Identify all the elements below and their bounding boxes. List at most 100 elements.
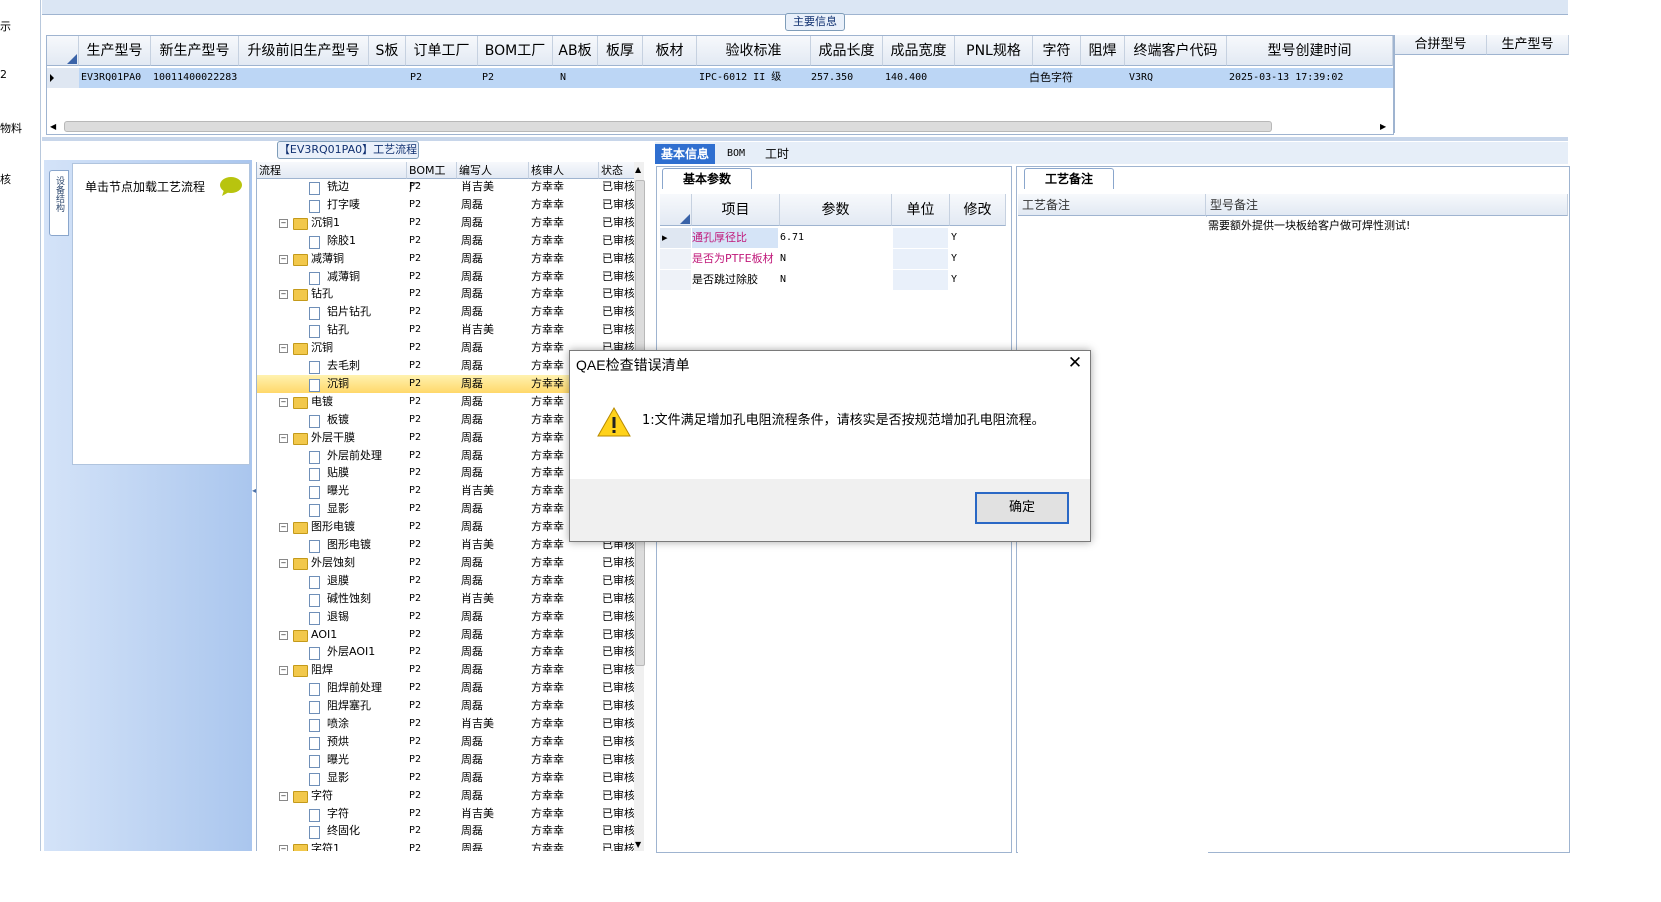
tree-row[interactable]: 阻焊前处理 P2 周磊 方幸幸 已审核 (257, 679, 635, 697)
grid-header[interactable]: BOM工厂 (478, 36, 553, 66)
grid-header[interactable]: S板 (369, 36, 406, 66)
param-edit[interactable]: Y (951, 270, 1003, 290)
grid-header[interactable]: 成品宽度 (883, 36, 955, 66)
tree-header[interactable]: 状态 (599, 162, 639, 179)
param-value[interactable]: N (780, 249, 890, 269)
tab-basic-info[interactable]: 基本信息 (655, 144, 716, 164)
left-nav-item[interactable]: 示 (0, 18, 11, 34)
collapse-icon[interactable]: − (279, 523, 288, 533)
close-icon[interactable]: ✕ (1064, 351, 1086, 375)
collapse-icon[interactable]: − (279, 254, 288, 264)
tree-cell-status: 已审核 (602, 734, 635, 748)
tree-row[interactable]: 退膜 P2 周磊 方幸幸 已审核 (257, 572, 635, 590)
params-header[interactable]: 修改 (950, 194, 1006, 226)
tree-row[interactable]: 碱性蚀刻 P2 肖吉美 方幸幸 已审核 (257, 590, 635, 608)
tree-row[interactable]: 外层AOI1 P2 周磊 方幸幸 已审核 (257, 643, 635, 661)
collapse-icon[interactable]: − (279, 791, 288, 801)
tree-row[interactable]: − AOI1 P2 周磊 方幸幸 已审核 (257, 626, 635, 644)
tree-row[interactable]: 减薄铜 P2 周磊 方幸幸 已审核 (257, 268, 635, 286)
collapse-icon[interactable]: − (279, 397, 288, 407)
grid-header[interactable]: 验收标准 (697, 36, 811, 66)
collapse-icon[interactable]: − (279, 666, 288, 676)
grid-header[interactable]: 阻焊 (1081, 36, 1125, 66)
grid-header[interactable]: 生产型号 (79, 36, 151, 66)
tree-row[interactable]: 退锡 P2 周磊 方幸幸 已审核 (257, 608, 635, 626)
scroll-up-icon[interactable]: ▲ (635, 165, 641, 174)
grid-header[interactable]: 升级前旧生产型号 (239, 36, 369, 66)
left-nav-item[interactable]: 核 (0, 171, 11, 187)
param-unit[interactable] (893, 228, 948, 248)
splitter[interactable] (42, 137, 1568, 141)
collapse-icon[interactable]: − (279, 218, 288, 228)
tree-row[interactable]: − 字符1 P2 周磊 方幸幸 已审核 (257, 840, 635, 851)
param-value[interactable]: N (780, 270, 890, 290)
tree-row[interactable]: − 阻焊 P2 周磊 方幸幸 已审核 (257, 661, 635, 679)
collapse-icon[interactable]: − (279, 558, 288, 568)
tree-row[interactable]: 曝光 P2 周磊 方幸幸 已审核 (257, 751, 635, 769)
tree-row[interactable]: 预烘 P2 周磊 方幸幸 已审核 (257, 733, 635, 751)
collapse-icon[interactable]: − (279, 845, 288, 851)
param-edit[interactable]: Y (951, 228, 1003, 248)
tree-header[interactable]: BOM工厂 (407, 162, 457, 194)
collapse-icon[interactable]: − (279, 344, 288, 354)
tree-header[interactable]: 流程 (257, 162, 407, 179)
model-remark[interactable]: 需要额外提供一块板给客户做可焊性测试! (1208, 217, 1410, 233)
tree-row[interactable]: 喷涂 P2 肖吉美 方幸幸 已审核 (257, 715, 635, 733)
params-header[interactable]: 参数 (780, 194, 892, 226)
grid-header[interactable]: PNL规格 (955, 36, 1033, 66)
grid-header[interactable]: 板材 (643, 36, 697, 66)
collapse-icon[interactable]: − (279, 630, 288, 640)
tree-row[interactable]: 铝片钻孔 P2 周磊 方幸幸 已审核 (257, 303, 635, 321)
grid-header[interactable]: 型号创建时间 (1227, 36, 1393, 66)
merge-header[interactable]: 合拼型号 (1395, 35, 1487, 55)
scroll-down-icon[interactable]: ▼ (635, 840, 641, 849)
tree-header[interactable]: 核审人 (529, 162, 599, 179)
remark-tab[interactable]: 工艺备注 (1024, 168, 1114, 189)
param-unit[interactable] (893, 249, 948, 269)
remark-header[interactable]: 工艺备注 (1018, 194, 1206, 216)
tree-header[interactable]: 编写人 (457, 162, 529, 179)
collapse-icon[interactable]: − (279, 290, 288, 300)
tree-row[interactable]: 铣边 P2 肖吉美 方幸幸 已审核 (257, 178, 635, 196)
tree-row[interactable]: 字符 P2 肖吉美 方幸幸 已审核 (257, 805, 635, 823)
grid-header[interactable]: 订单工厂 (406, 36, 478, 66)
tree-row[interactable]: − 减薄铜 P2 周磊 方幸幸 已审核 (257, 250, 635, 268)
tree-row[interactable]: − 字符 P2 周磊 方幸幸 已审核 (257, 787, 635, 805)
tab-hours[interactable]: 工时 (759, 144, 795, 164)
tree-row[interactable]: − 钻孔 P2 周磊 方幸幸 已审核 (257, 285, 635, 303)
grid-header[interactable]: 终端客户代码 (1125, 36, 1227, 66)
tree-row[interactable]: 钻孔 P2 肖吉美 方幸幸 已审核 (257, 321, 635, 339)
params-header[interactable]: 单位 (892, 194, 950, 226)
scroll-thumb[interactable] (64, 121, 1272, 132)
ok-button[interactable]: 确定 (975, 492, 1069, 524)
merge-header[interactable]: 生产型号 (1487, 35, 1569, 55)
grid-hscrollbar[interactable]: ◀ ▶ (50, 120, 1390, 132)
tree-row[interactable]: 显影 P2 周磊 方幸幸 已审核 (257, 769, 635, 787)
tree-row[interactable]: − 沉铜1 P2 周磊 方幸幸 已审核 (257, 214, 635, 232)
tree-row[interactable]: 阻焊塞孔 P2 周磊 方幸幸 已审核 (257, 697, 635, 715)
collapse-icon[interactable]: − (279, 433, 288, 443)
tree-row[interactable]: 打字唛 P2 周磊 方幸幸 已审核 (257, 196, 635, 214)
grid-header[interactable]: 字符 (1033, 36, 1081, 66)
param-item[interactable]: 通孔厚径比 (692, 228, 778, 248)
remark-header[interactable]: 型号备注 (1206, 194, 1568, 216)
grid-header[interactable]: 新生产型号 (151, 36, 239, 66)
left-nav-item[interactable]: 物料 (0, 120, 22, 136)
param-item[interactable]: 是否跳过除胶 (692, 270, 778, 290)
param-edit[interactable]: Y (951, 249, 1003, 269)
grid-header[interactable]: 成品长度 (811, 36, 883, 66)
grid-header[interactable]: AB板 (553, 36, 598, 66)
tree-row[interactable]: 除胶1 P2 周磊 方幸幸 已审核 (257, 232, 635, 250)
param-value[interactable]: 6.71 (780, 228, 890, 248)
param-item[interactable]: 是否为PTFE板材 (692, 249, 778, 269)
tree-row[interactable]: − 外层蚀刻 P2 周磊 方幸幸 已审核 (257, 554, 635, 572)
params-tab[interactable]: 基本参数 (662, 168, 752, 189)
tree-row[interactable]: 终固化 P2 周磊 方幸幸 已审核 (257, 822, 635, 840)
params-header[interactable]: 项目 (692, 194, 780, 226)
grid-header[interactable]: 板厚 (598, 36, 643, 66)
param-unit[interactable] (893, 270, 948, 290)
tab-bom[interactable]: BOM (721, 144, 751, 164)
left-nav-item[interactable]: 2 (0, 68, 7, 81)
scroll-right-icon[interactable]: ▶ (1380, 122, 1388, 131)
scroll-left-icon[interactable]: ◀ (50, 122, 58, 131)
